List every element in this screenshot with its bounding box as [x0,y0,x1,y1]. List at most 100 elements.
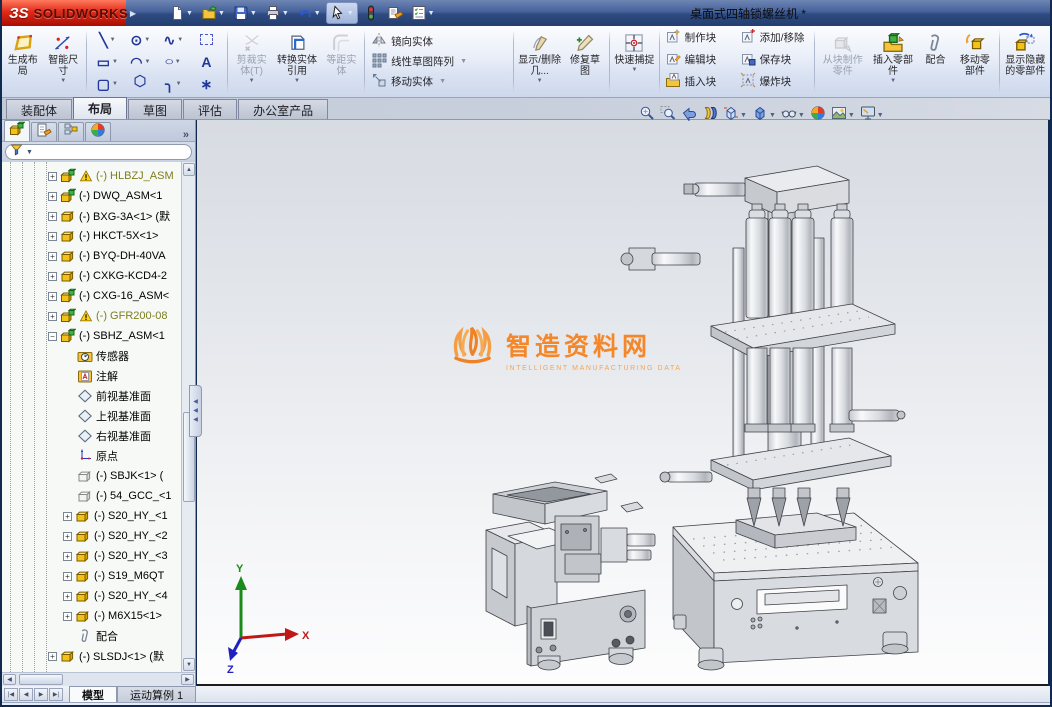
dropdown-caret[interactable]: ▼ [877,112,884,119]
ellipse-tool-button[interactable]: ○▼ [157,51,190,73]
tree-item[interactable]: 前视基准面 [2,386,181,406]
expand-toggle[interactable]: + [63,572,72,581]
undo-button[interactable]: ▼ [294,3,324,23]
fillet-tool-button[interactable]: ╮▼ [157,73,190,95]
edit-block-button[interactable]: 编辑块 [663,50,737,69]
command-tab[interactable]: 评估 [183,99,237,119]
tree-item[interactable]: +(-) SLSDJ<1> (默 [2,646,181,666]
configurationmanager-tab[interactable] [58,122,84,141]
view-settings-button[interactable]: ▼ [859,104,885,127]
new-document-button[interactable]: ▼ [166,3,196,23]
edit-appearance-button[interactable] [809,104,827,127]
tree-item[interactable]: +(-) S19_M6QT [2,566,181,586]
tree-item[interactable]: 注解 [2,366,181,386]
dropdown-caret[interactable]: ▼ [848,112,855,119]
offset-entities-button[interactable]: 等距实体 [321,28,362,95]
selection-filter-button[interactable] [360,3,382,23]
polygon-tool-button[interactable] [124,73,157,95]
dropdown-caret[interactable]: ▼ [250,10,257,17]
dropdown-caret[interactable]: ▼ [890,78,896,84]
save-document-button[interactable]: ▼ [230,3,260,23]
scroll-right-arrow[interactable]: ▶ [181,674,194,685]
zoom-area-button[interactable] [659,104,677,127]
last-study-button[interactable]: ▶| [49,688,63,701]
tree-filter-input[interactable]: ▼ [5,144,192,160]
make-part-from-block-button[interactable]: 从块制作零件 [817,28,868,95]
dropdown-caret[interactable]: ▼ [537,78,543,84]
dropdown-caret[interactable]: ▼ [314,10,321,17]
slot-tool-button[interactable]: ▢▼ [91,73,124,95]
scroll-left-arrow[interactable]: ◀ [3,674,16,685]
tree-item[interactable]: +(-) BXG-3A<1> (默 [2,206,181,226]
expand-toggle[interactable]: + [48,312,57,321]
tree-item[interactable]: +(-) DWQ_ASM<1 [2,186,181,206]
show-hidden-components-button[interactable]: 显示隐藏的零部件 [1002,28,1049,95]
rectangle-tool-button[interactable]: ▭▼ [91,51,124,73]
move-entities-button[interactable]: 移动实体▼ [369,72,509,91]
print-document-button[interactable]: ▼ [262,3,292,23]
tree-item[interactable]: 上视基准面 [2,406,181,426]
graphics-viewport[interactable]: 智造资料网 INTELLIGENT MANUFACTURING DATA [197,120,1048,686]
dropdown-caret[interactable]: ▼ [740,112,747,119]
dropdown-caret[interactable]: ▼ [282,10,289,17]
select-cursor-button[interactable]: ▼ [326,2,358,24]
save-block-button[interactable]: 保存块 [738,50,812,69]
command-tab[interactable]: 办公室产品 [238,99,328,119]
filter-dropdown-caret[interactable]: ▼ [26,149,33,156]
tree-item[interactable]: +(-) BYQ-DH-40VA [2,246,181,266]
line-tool-button[interactable]: ╲▼ [91,29,124,51]
tree-item[interactable]: −(-) SBHZ_ASM<1 [2,326,181,346]
expand-toggle[interactable]: + [63,612,72,621]
expand-toggle[interactable]: + [48,272,57,281]
expand-toggle[interactable]: + [48,252,57,261]
propertymanager-tab[interactable] [31,122,57,141]
study-tab[interactable]: 模型 [69,686,117,702]
tree-item[interactable]: +(-) S20_HY_<1 [2,506,181,526]
dropdown-caret[interactable]: ▼ [460,58,467,65]
featuremanager-tab[interactable] [4,120,30,141]
dropdown-caret[interactable]: ▼ [112,59,118,65]
command-tab[interactable]: 布局 [73,97,127,119]
tree-item[interactable]: +(-) S20_HY_<3 [2,546,181,566]
study-tab[interactable]: 运动算例 1 [117,686,196,702]
cad-model-canvas[interactable]: Y X Z [197,120,1048,686]
dropdown-caret[interactable]: ▼ [177,37,183,43]
dropdown-caret[interactable]: ▼ [60,78,66,84]
dropdown-caret[interactable]: ▼ [145,59,151,65]
text-tool-button[interactable]: A [190,51,223,73]
quick-snaps-button[interactable]: 快速捕捉 ▼ [612,28,657,95]
trim-entities-button[interactable]: 剪裁实体(T) ▼ [230,28,273,95]
dropdown-caret[interactable]: ▼ [769,112,776,119]
smart-dimension-button[interactable]: 智能尺寸 ▼ [42,28,83,95]
next-study-button[interactable]: ▶ [34,688,48,701]
insert-components-button[interactable]: 插入零部件 ▼ [868,28,917,95]
previous-study-button[interactable]: ◀ [19,688,33,701]
selection-box-tool-button[interactable] [190,29,223,51]
options-list-button[interactable]: ▼ [408,3,438,23]
panel-splitter-handle[interactable]: ◀◀◀ [189,385,202,437]
repair-sketch-button[interactable]: 修复草图 [563,28,606,95]
tree-item[interactable]: (-) 54_GCC_<1 [2,486,181,506]
tree-item[interactable]: 传感器 [2,346,181,366]
expand-toggle[interactable]: + [63,532,72,541]
properties-button[interactable] [384,3,406,23]
insert-block-button[interactable]: 插入块 [663,72,737,91]
scroll-up-arrow[interactable]: ▲ [183,163,195,176]
dropdown-caret[interactable]: ▼ [218,10,225,17]
dropdown-caret[interactable]: ▼ [112,81,118,87]
command-tab[interactable]: 草图 [128,99,182,119]
section-view-button[interactable] [701,104,719,127]
open-document-button[interactable]: ▼ [198,3,228,23]
make-block-button[interactable]: 制作块 [663,28,737,47]
dropdown-caret[interactable]: ▼ [294,78,300,84]
tree-horizontal-scrollbar[interactable]: ◀ ▶ [2,672,195,686]
zoom-fit-button[interactable] [638,104,656,127]
create-layout-button[interactable]: 生成布局 [3,28,42,95]
spline-tool-button[interactable]: ∿▼ [157,29,190,51]
hide-show-items-button[interactable]: ▼ [780,104,806,127]
dropdown-caret[interactable]: ▼ [186,10,193,17]
expand-toggle[interactable]: + [48,232,57,241]
convert-entities-button[interactable]: 转换实体引用 ▼ [273,28,320,95]
tree-item[interactable]: +(-) CXG-16_ASM< [2,286,181,306]
command-tab[interactable]: 装配体 [6,99,72,119]
